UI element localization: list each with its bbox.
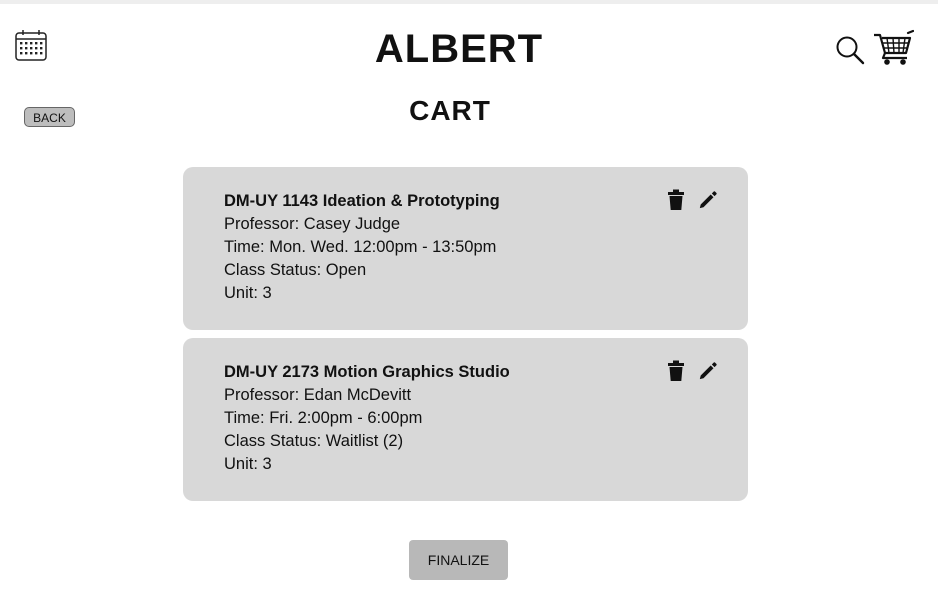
- course-info: DM-UY 2173 Motion Graphics Studio Profes…: [224, 361, 644, 476]
- search-icon[interactable]: [834, 34, 866, 66]
- card-actions: [666, 189, 718, 211]
- top-strip: [0, 0, 938, 4]
- course-title: DM-UY 1143 Ideation & Prototyping: [224, 192, 500, 210]
- finalize-button[interactable]: FINALIZE: [409, 540, 508, 580]
- course-unit: Unit: 3: [224, 284, 272, 302]
- course-time: Time: Fri. 2:00pm - 6:00pm: [224, 409, 423, 427]
- app-title: ALBERT: [374, 27, 544, 71]
- course-status: Class Status: Open: [224, 261, 367, 279]
- trash-icon[interactable]: [666, 360, 686, 382]
- course-time: Time: Mon. Wed. 12:00pm - 13:50pm: [224, 238, 497, 256]
- course-info: DM-UY 1143 Ideation & Prototyping Profes…: [224, 190, 644, 305]
- page-title: CART: [409, 95, 491, 126]
- course-professor: Professor: Casey Judge: [224, 215, 401, 233]
- shopping-cart-icon[interactable]: [872, 28, 914, 66]
- cart-item-card: DM-UY 1143 Ideation & Prototyping Profes…: [183, 167, 748, 330]
- course-unit: Unit: 3: [224, 455, 272, 473]
- cart-item-card: DM-UY 2173 Motion Graphics Studio Profes…: [183, 338, 748, 501]
- course-status: Class Status: Waitlist (2): [224, 432, 404, 450]
- pencil-icon[interactable]: [698, 360, 718, 382]
- trash-icon[interactable]: [666, 189, 686, 211]
- course-professor: Professor: Edan McDevitt: [224, 386, 412, 404]
- pencil-icon[interactable]: [698, 189, 718, 211]
- course-title: DM-UY 2173 Motion Graphics Studio: [224, 363, 510, 381]
- card-actions: [666, 360, 718, 382]
